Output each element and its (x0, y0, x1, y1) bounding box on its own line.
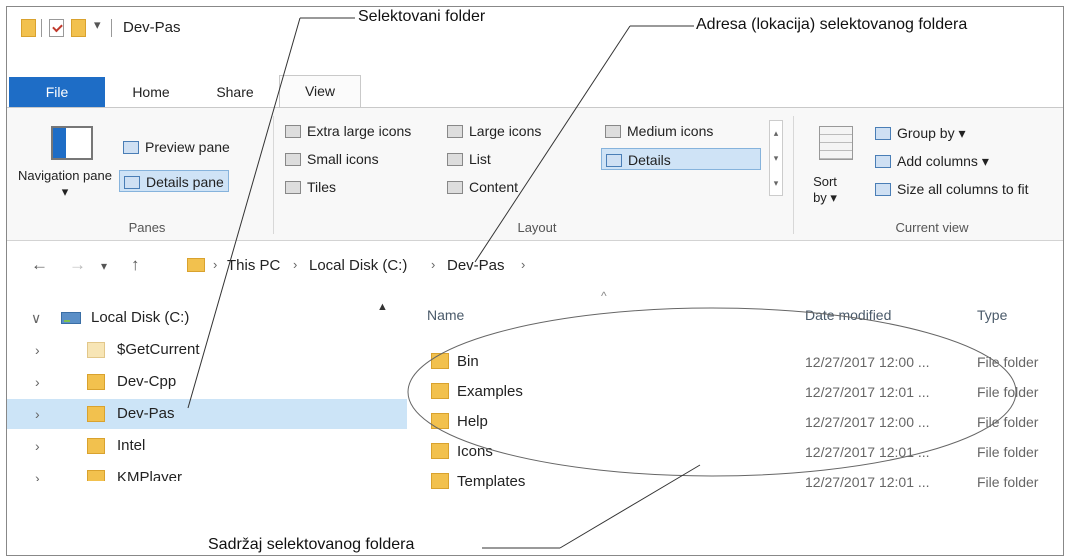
annotation-line-address (474, 25, 631, 263)
annotation-contents: Sadržaj selektovanog foldera (208, 536, 415, 554)
annotation-selected-folder: Selektovani folder (358, 8, 486, 26)
annotation-ellipse-contents (407, 307, 1017, 477)
annotation-line-selected-folder (187, 17, 301, 409)
annotation-address: Adresa (lokacija) selektovanog foldera (696, 16, 968, 34)
annotation-overlay (187, 17, 1017, 549)
annotation-line-contents (559, 464, 701, 549)
